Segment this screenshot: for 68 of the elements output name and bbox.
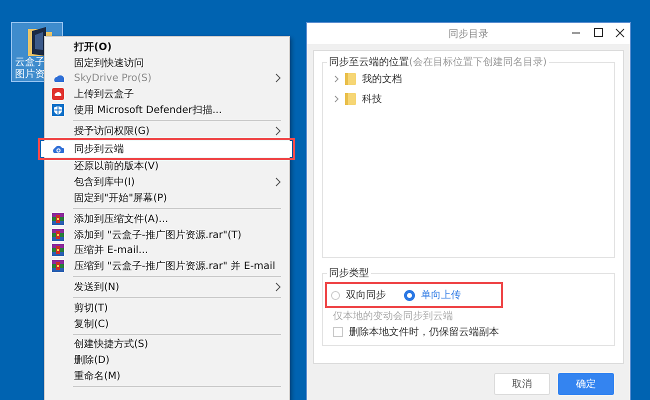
menu-item[interactable]: 发送到(N)	[45, 279, 289, 295]
menu-item-label: 添加到 "云盒子-推广图片资源.rar"(T)	[74, 228, 242, 242]
menu-item-label: 使用 Microsoft Defender扫描...	[74, 104, 223, 118]
checkbox-label[interactable]: 删除本地文件时，仍保留云端副本	[349, 325, 499, 339]
folder-icon	[345, 73, 356, 85]
radio-button[interactable]	[331, 290, 340, 300]
menu-item-label: 重命名(M)	[74, 370, 122, 384]
tree-item[interactable]: 科技	[362, 92, 382, 106]
icon-label: 图片资	[15, 69, 45, 81]
menu-item-label: 删除(D)	[74, 354, 111, 368]
archive-books-icon	[52, 228, 64, 241]
menu-item-label: 发送到(N)	[74, 281, 120, 294]
radio-label[interactable]: 单向上传	[421, 288, 461, 302]
menu-item[interactable]: 固定到"开始"屏幕(P)	[45, 190, 289, 206]
archive-books-icon	[52, 260, 64, 272]
cloud-box-icon	[52, 88, 64, 100]
tree-item[interactable]: 我的文档	[362, 72, 402, 86]
menu-item[interactable]: 剪切(T)	[45, 300, 289, 316]
menu-item-label: 创建快捷方式(S)	[74, 338, 150, 352]
menu-item-label: 包含到库中(I)	[74, 176, 136, 190]
menu-item-label: 同步到云端	[74, 142, 125, 156]
close-icon	[614, 27, 626, 39]
maximize-icon	[592, 27, 604, 39]
chevron-right-icon[interactable]	[333, 95, 341, 103]
group-title: 同步至云端的位置	[329, 57, 409, 68]
menu-item-label: 固定到"开始"屏幕(P)	[74, 192, 168, 206]
menu-item[interactable]: 压缩到 "云盒子-推广图片资源.rar" 并 E-mail	[45, 258, 289, 274]
menu-item[interactable]: 添加到 "云盒子-推广图片资源.rar"(T)	[45, 226, 289, 243]
close-button[interactable]	[614, 27, 626, 39]
ok-button[interactable]: 确定	[558, 373, 614, 395]
option-description: 仅本地的变动会同步到云端	[333, 310, 454, 323]
menu-item[interactable]: 添加到压缩文件(A)...	[45, 210, 289, 227]
menu-item[interactable]: 重命名(M)	[45, 368, 289, 384]
menu-item-label: 压缩到 "云盒子-推广图片资源.rar" 并 E-mail	[74, 260, 276, 274]
folder-icon	[345, 93, 356, 105]
menu-item[interactable]: 同步到云端	[41, 140, 292, 157]
icon-label: 云盒子	[15, 57, 45, 68]
group-title: 同步类型	[329, 268, 369, 279]
maximize-button[interactable]	[592, 27, 604, 39]
menu-item[interactable]: 上传到云盒子	[45, 86, 289, 102]
menu-item-label: 剪切(T)	[74, 302, 109, 315]
menu-item[interactable]: 复制(C)	[45, 316, 289, 332]
menu-item-label: 上传到云盒子	[74, 88, 135, 102]
menu-item-label: SkyDrive Pro(S)	[74, 72, 153, 84]
archive-books-icon	[52, 244, 64, 256]
menu-item[interactable]: 删除(D)	[45, 352, 289, 368]
shield-icon	[52, 104, 64, 116]
menu-item[interactable]: 还原以前的版本(V)	[45, 158, 289, 174]
menu-item[interactable]: 使用 Microsoft Defender扫描...	[45, 102, 289, 118]
menu-item-label: 固定到快速访问	[74, 56, 145, 70]
menu-item[interactable]: 压缩并 E-mail...	[45, 242, 289, 258]
menu-item-label: 授予访问权限(G)	[74, 124, 151, 138]
archive-books-icon	[52, 212, 64, 225]
menu-item-label: 添加到压缩文件(A)...	[74, 212, 170, 226]
radio-button[interactable]	[404, 290, 415, 300]
chevron-right-icon[interactable]	[333, 75, 341, 83]
cancel-button[interactable]: 取消	[494, 373, 550, 395]
radio-label[interactable]: 双向同步	[346, 288, 386, 302]
menu-item-label: 压缩并 E-mail...	[74, 244, 150, 258]
menu-item[interactable]: 创建快捷方式(S)	[45, 336, 289, 352]
checkbox[interactable]	[333, 327, 343, 337]
menu-item[interactable]: 授予访问权限(G)	[45, 122, 289, 139]
menu-item-label: 打开(O)	[74, 40, 113, 54]
menu-item[interactable]: 包含到库中(I)	[45, 174, 289, 190]
window-title: 同步目录	[448, 28, 488, 40]
menu-item-label: 复制(C)	[74, 318, 110, 331]
menu-item-label: 还原以前的版本(V)	[74, 160, 160, 174]
group-hint: (会在目标位置下创建同名目录)	[409, 57, 547, 68]
